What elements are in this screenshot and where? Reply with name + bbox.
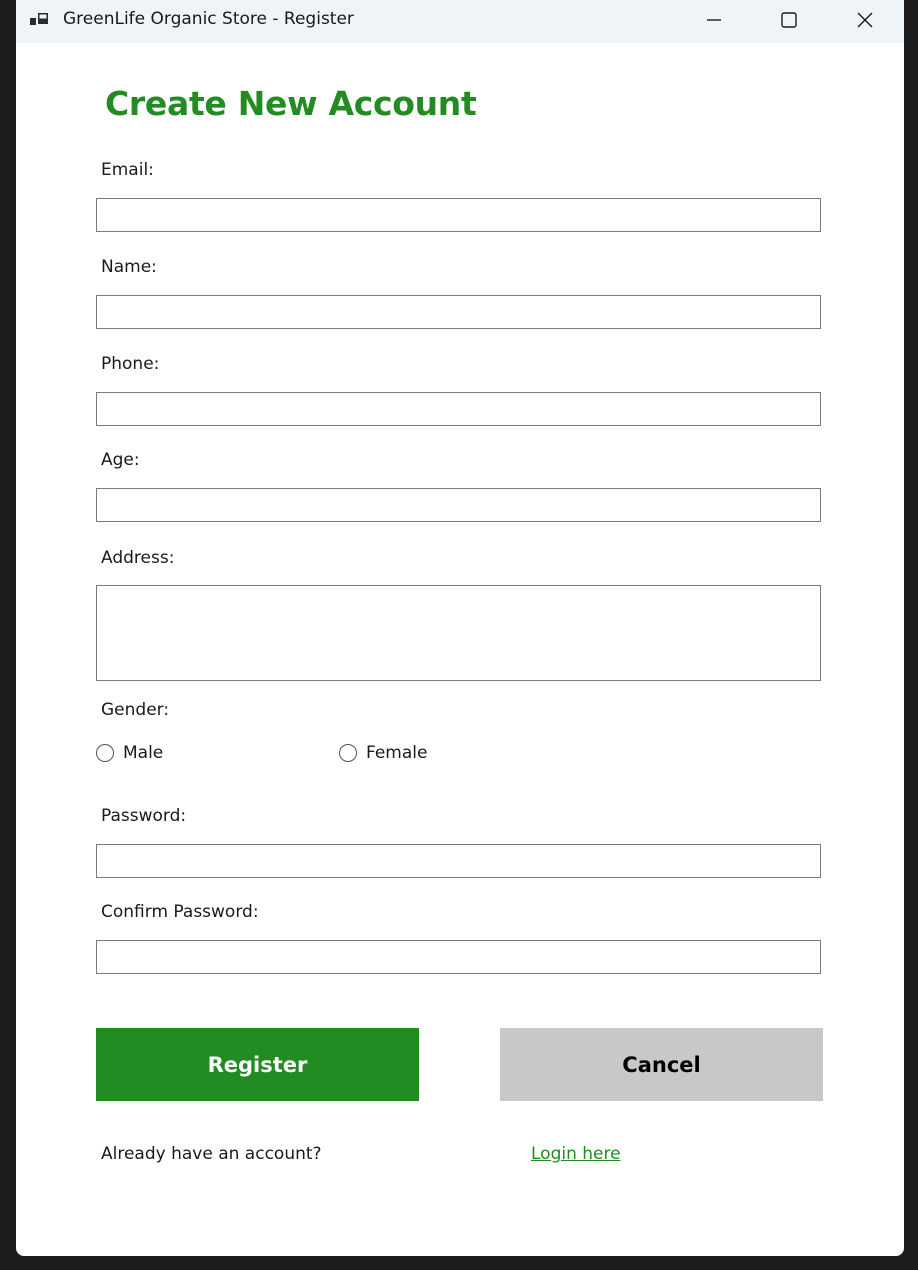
email-field[interactable]	[96, 198, 821, 232]
name-field[interactable]	[96, 295, 821, 329]
gender-label: Gender:	[101, 700, 170, 720]
email-label: Email:	[101, 160, 154, 180]
address-field[interactable]	[96, 585, 821, 681]
register-button[interactable]: Register	[96, 1028, 419, 1101]
confirm-password-label: Confirm Password:	[101, 902, 259, 922]
age-field[interactable]	[96, 488, 821, 522]
minimize-icon	[707, 13, 721, 27]
phone-label: Phone:	[101, 354, 160, 374]
age-label: Age:	[101, 450, 140, 470]
title-bar[interactable]: GreenLife Organic Store - Register	[16, 0, 904, 43]
maximize-icon	[781, 12, 797, 28]
radio-button-circle[interactable]	[339, 744, 357, 762]
close-button[interactable]	[830, 0, 900, 40]
name-label: Name:	[101, 257, 157, 277]
radio-button-circle[interactable]	[96, 744, 114, 762]
password-label: Password:	[101, 806, 187, 826]
gender-radio-male[interactable]: Male	[96, 743, 163, 763]
password-field[interactable]	[96, 844, 821, 878]
gender-option-male-label: Male	[123, 743, 164, 763]
gender-option-female-label: Female	[366, 743, 428, 763]
page-title: Create New Account	[105, 84, 477, 123]
maximize-button[interactable]	[754, 0, 824, 40]
app-window-icon	[30, 11, 50, 29]
existing-account-prompt: Already have an account?	[101, 1144, 322, 1164]
cancel-button[interactable]: Cancel	[500, 1028, 823, 1101]
minimize-button[interactable]	[679, 0, 749, 40]
close-icon	[857, 12, 873, 28]
address-label: Address:	[101, 548, 175, 568]
register-window: GreenLife Organic Store - Register Creat…	[16, 0, 904, 1256]
confirm-password-field[interactable]	[96, 940, 821, 974]
window-title: GreenLife Organic Store - Register	[63, 9, 354, 29]
phone-field[interactable]	[96, 392, 821, 426]
gender-radio-female[interactable]: Female	[339, 743, 427, 763]
login-link[interactable]: Login here	[531, 1144, 621, 1164]
